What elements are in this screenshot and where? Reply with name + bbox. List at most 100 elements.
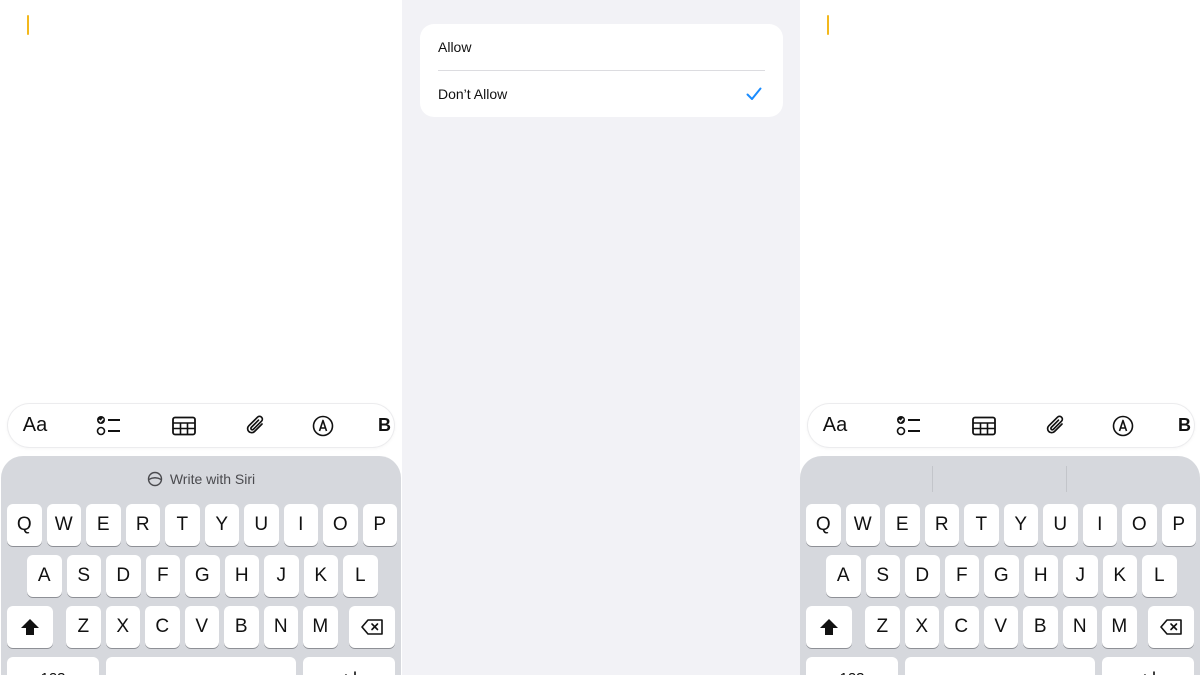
key-p[interactable]: P [1161,504,1196,546]
dont-allow-option[interactable]: Don’t Allow [420,71,783,117]
key-a[interactable]: A [27,555,62,597]
numbers-key[interactable]: 123 [806,657,898,675]
delete-key[interactable] [1148,606,1194,648]
key-q[interactable]: Q [806,504,841,546]
table-button[interactable] [169,404,199,447]
key-b[interactable]: B [1023,606,1058,648]
key-d[interactable]: D [106,555,141,597]
checklist-icon [96,415,120,435]
notes-editor-left: Aa B Write with Siri Q W E R T Y U I O P… [0,0,402,675]
table-icon [172,416,196,435]
permission-settings: Allow Don’t Allow [402,0,800,675]
key-d[interactable]: D [905,555,940,597]
key-n[interactable]: N [1062,606,1097,648]
allow-option[interactable]: Allow [420,24,783,70]
key-p[interactable]: P [362,504,397,546]
space-key[interactable] [905,657,1095,675]
attachment-button[interactable] [241,404,271,447]
paperclip-icon [1046,415,1064,434]
return-key[interactable] [1102,657,1194,675]
suggestion-bar: Write with Siri [1,456,401,502]
key-h[interactable]: H [1023,555,1058,597]
key-h[interactable]: H [224,555,259,597]
checklist-button[interactable] [894,404,924,447]
key-v[interactable]: V [184,606,219,648]
numbers-key[interactable]: 123 [7,657,99,675]
key-f[interactable]: F [944,555,979,597]
key-g[interactable]: G [185,555,220,597]
key-y[interactable]: Y [204,504,239,546]
shift-key[interactable] [7,606,53,648]
key-j[interactable]: J [264,555,299,597]
key-b[interactable]: B [224,606,259,648]
key-k[interactable]: K [1102,555,1137,597]
key-e[interactable]: E [885,504,920,546]
key-v[interactable]: V [983,606,1018,648]
key-s[interactable]: S [865,555,900,597]
key-c[interactable]: C [145,606,180,648]
key-j[interactable]: J [1063,555,1098,597]
key-m[interactable]: M [303,606,338,648]
format-text-button[interactable]: Aa [816,404,854,447]
suggestion-divider [932,466,933,492]
markup-button[interactable] [308,404,338,447]
shift-key[interactable] [806,606,852,648]
space-key[interactable] [106,657,296,675]
key-r[interactable]: R [125,504,160,546]
key-m[interactable]: M [1102,606,1137,648]
checklist-button[interactable] [94,404,124,447]
delete-icon [361,619,383,635]
key-k[interactable]: K [303,555,338,597]
key-t[interactable]: T [964,504,999,546]
allow-option-label: Allow [438,39,472,55]
return-key[interactable] [303,657,395,675]
more-tools-button[interactable]: B [378,404,394,447]
keyboard: QWERTYUIOP ASDFGHJKL ZXCVBNM 123 [800,456,1200,675]
table-icon [972,416,996,435]
markup-button[interactable] [1108,404,1138,447]
permission-options-card: Allow Don’t Allow [420,24,783,117]
key-s[interactable]: S [66,555,101,597]
key-i[interactable]: I [1082,504,1117,546]
key-x[interactable]: X [904,606,939,648]
key-l[interactable]: L [1142,555,1177,597]
key-z[interactable]: Z [66,606,101,648]
markup-pen-icon [1112,415,1134,436]
shift-icon [820,619,838,635]
key-c[interactable]: C [944,606,979,648]
key-t[interactable]: T [165,504,200,546]
key-i[interactable]: I [283,504,318,546]
key-y[interactable]: Y [1003,504,1038,546]
keyboard: Write with Siri QWERTYUIOP ASDFGHJKL ZXCVB… [1,456,401,675]
key-g[interactable]: G [984,555,1019,597]
attachment-button[interactable] [1041,404,1071,447]
key-f[interactable]: F [145,555,180,597]
table-button[interactable] [969,404,999,447]
format-text-button[interactable]: Aa [16,404,54,447]
key-e[interactable]: E [86,504,121,546]
key-q[interactable]: Q [7,504,42,546]
key-z[interactable]: Z [865,606,900,648]
formatting-toolbar: Aa B [808,404,1194,447]
key-l[interactable]: L [343,555,378,597]
key-w[interactable]: W [845,504,880,546]
checklist-icon [896,415,920,435]
key-o[interactable]: O [323,504,358,546]
suggestion-bar [800,456,1200,502]
key-n[interactable]: N [263,606,298,648]
paperclip-icon [246,415,264,434]
key-u[interactable]: U [1043,504,1078,546]
write-with-siri-label: Write with Siri [169,471,256,487]
key-u[interactable]: U [244,504,279,546]
key-a[interactable]: A [826,555,861,597]
key-o[interactable]: O [1122,504,1157,546]
more-tools-button[interactable]: B [1178,404,1194,447]
key-w[interactable]: W [46,504,81,546]
key-x[interactable]: X [105,606,140,648]
notes-editor-right: Aa B Q W E R T Y U I O P A S D F G H J K… [800,0,1200,675]
text-cursor [27,15,29,35]
write-with-siri-button[interactable]: Write with Siri [147,471,255,487]
key-r[interactable]: R [924,504,959,546]
dont-allow-option-label: Don’t Allow [438,86,508,102]
delete-key[interactable] [349,606,395,648]
